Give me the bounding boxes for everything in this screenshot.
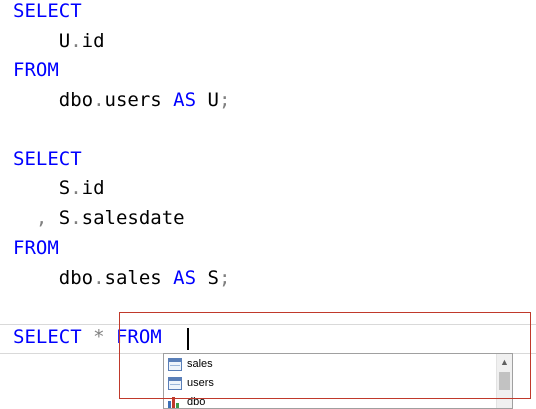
semicolon: ; (218, 89, 231, 111)
keyword: FROM (13, 237, 59, 259)
code-text: S (13, 177, 71, 199)
keyword: FROM (13, 59, 59, 81)
code-text: dbo (13, 267, 94, 289)
code-text: S (47, 207, 71, 229)
code-line-6: SELECT (13, 144, 82, 174)
code-text: users (104, 89, 174, 111)
code-line-7: S.id (13, 173, 105, 203)
code-text: dbo (13, 89, 94, 111)
comma: , (13, 207, 48, 229)
code-text: S (196, 267, 219, 289)
keyword: AS (173, 89, 197, 111)
star-operator: * (81, 326, 116, 348)
code-line-3: FROM (13, 55, 59, 85)
dot-operator: . (70, 30, 82, 52)
keyword: SELECT (13, 148, 82, 170)
keyword: AS (173, 267, 197, 289)
dot-operator: . (70, 207, 82, 229)
keyword: SELECT (13, 326, 82, 348)
code-line-1: SELECT (13, 0, 82, 26)
code-line-2: U.id (13, 26, 105, 56)
dot-operator: . (70, 177, 82, 199)
dot-operator: . (93, 89, 105, 111)
code-text: id (81, 30, 105, 52)
code-line-4: dbo.users AS U; (13, 85, 231, 115)
code-text: salesdate (81, 207, 185, 229)
code-text: U (196, 89, 219, 111)
dot-operator: . (93, 267, 105, 289)
code-text: U (13, 30, 71, 52)
code-line-9: FROM (13, 233, 59, 263)
annotation-highlight-box (119, 312, 531, 399)
code-text: id (81, 177, 105, 199)
code-text: sales (104, 267, 174, 289)
keyword: SELECT (13, 0, 82, 22)
code-line-10: dbo.sales AS S; (13, 263, 231, 293)
code-line-8: , S.salesdate (13, 203, 185, 233)
semicolon: ; (218, 267, 231, 289)
